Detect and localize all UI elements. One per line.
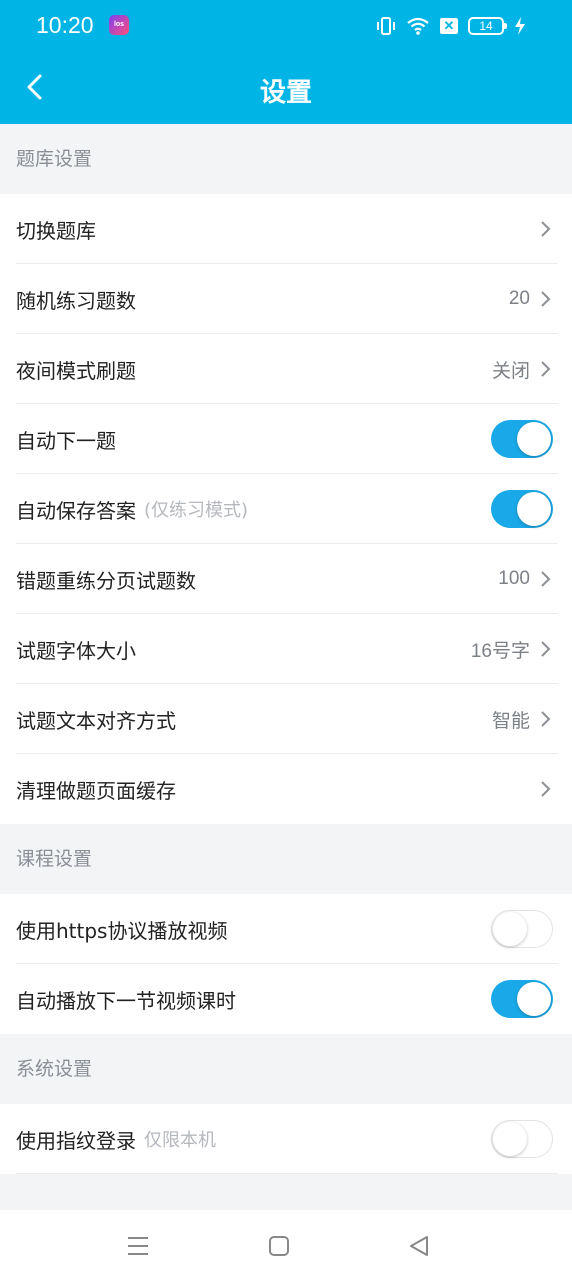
row-switch-question-bank[interactable]: 切换题库 xyxy=(0,194,572,264)
row-fingerprint-login: 使用指纹登录 仅限本机 xyxy=(0,1104,572,1174)
status-time: 10:20 xyxy=(36,12,94,38)
https-video-toggle[interactable] xyxy=(491,910,553,948)
settings-group-system: 使用指纹登录 仅限本机 xyxy=(0,1104,572,1174)
charging-icon xyxy=(515,17,525,35)
toggle-knob xyxy=(517,422,551,456)
row-https-video: 使用https协议播放视频 xyxy=(0,894,572,964)
menu-button[interactable] xyxy=(124,1232,152,1260)
row-value: 16号字 xyxy=(470,640,530,662)
row-wrong-retry-page-size[interactable]: 错题重练分页试题数 100 xyxy=(0,544,572,614)
wifi-icon xyxy=(407,17,429,35)
vibrate-icon xyxy=(377,17,395,35)
system-back-button[interactable] xyxy=(405,1232,433,1260)
row-label: 自动保存答案 xyxy=(16,498,136,523)
nav-bar: 设置 xyxy=(0,52,572,124)
status-icons: ✕ 14 xyxy=(376,14,526,38)
section-header-course: 课程设置 xyxy=(0,824,572,894)
row-value: 关闭 xyxy=(491,360,530,382)
row-font-size[interactable]: 试题字体大小 16号字 xyxy=(0,614,572,684)
row-label: 试题字体大小 xyxy=(16,638,136,663)
x-box-icon: ✕ xyxy=(440,18,458,34)
menu-icon xyxy=(128,1237,148,1255)
settings-group-course: 使用https协议播放视频 自动播放下一节视频课时 xyxy=(0,894,572,1034)
back-triangle-icon xyxy=(410,1236,428,1256)
row-hint: (仅练习模式) xyxy=(144,500,249,521)
row-label: 使用https协议播放视频 xyxy=(16,918,228,943)
section-header-question-bank: 题库设置 xyxy=(0,124,572,194)
row-label: 夜间模式刷题 xyxy=(16,358,136,383)
toggle-knob xyxy=(493,1122,527,1156)
row-label: 自动播放下一节视频课时 xyxy=(16,988,236,1013)
section-header-system: 系统设置 xyxy=(0,1034,572,1104)
chevron-right-icon xyxy=(541,291,551,307)
home-square-icon xyxy=(269,1236,289,1256)
chevron-right-icon xyxy=(541,711,551,727)
row-label: 错题重练分页试题数 xyxy=(16,568,196,593)
chevron-right-icon xyxy=(541,361,551,377)
toggle-knob xyxy=(517,982,551,1016)
toggle-knob xyxy=(493,912,527,946)
row-label: 使用指纹登录 xyxy=(16,1128,136,1153)
chevron-right-icon xyxy=(541,221,551,237)
auto-next-toggle[interactable] xyxy=(491,420,553,458)
system-nav-bar xyxy=(0,1210,572,1280)
status-bar: 10:20 los ✕ 14 xyxy=(0,0,572,52)
home-button[interactable] xyxy=(265,1232,293,1260)
row-night-mode[interactable]: 夜间模式刷题 关闭 xyxy=(0,334,572,404)
row-value: 100 xyxy=(498,568,530,589)
row-label: 切换题库 xyxy=(16,218,96,243)
settings-group-question-bank: 切换题库 随机练习题数 20 夜间模式刷题 关闭 自动下一题 自动保存答案 (仅… xyxy=(0,194,572,824)
toggle-knob xyxy=(517,492,551,526)
chevron-right-icon xyxy=(541,781,551,797)
auto-save-toggle[interactable] xyxy=(491,490,553,528)
row-hint: 仅限本机 xyxy=(144,1130,216,1151)
row-auto-save-answer: 自动保存答案 (仅练习模式) xyxy=(0,474,572,544)
fingerprint-login-toggle[interactable] xyxy=(491,1120,553,1158)
row-auto-next: 自动下一题 xyxy=(0,404,572,474)
row-clear-cache[interactable]: 清理做题页面缓存 xyxy=(0,754,572,824)
chevron-right-icon xyxy=(541,571,551,587)
settings-content: 题库设置 切换题库 随机练习题数 20 夜间模式刷题 关闭 自动下一题 自动保存… xyxy=(0,124,572,1174)
chevron-right-icon xyxy=(541,641,551,657)
row-value: 智能 xyxy=(491,710,530,732)
row-label: 自动下一题 xyxy=(16,428,116,453)
page-title: 设置 xyxy=(259,78,312,108)
autoplay-next-toggle[interactable] xyxy=(491,980,553,1018)
row-label: 清理做题页面缓存 xyxy=(16,778,176,803)
row-random-practice-count[interactable]: 随机练习题数 20 xyxy=(0,264,572,334)
app-notification-icon: los xyxy=(109,15,129,35)
row-text-alignment[interactable]: 试题文本对齐方式 智能 xyxy=(0,684,572,754)
row-label: 试题文本对齐方式 xyxy=(16,708,176,733)
row-label: 随机练习题数 xyxy=(16,288,136,313)
battery-icon: 14 xyxy=(468,17,507,35)
row-value: 20 xyxy=(508,288,530,309)
row-autoplay-next-lesson: 自动播放下一节视频课时 xyxy=(0,964,572,1034)
